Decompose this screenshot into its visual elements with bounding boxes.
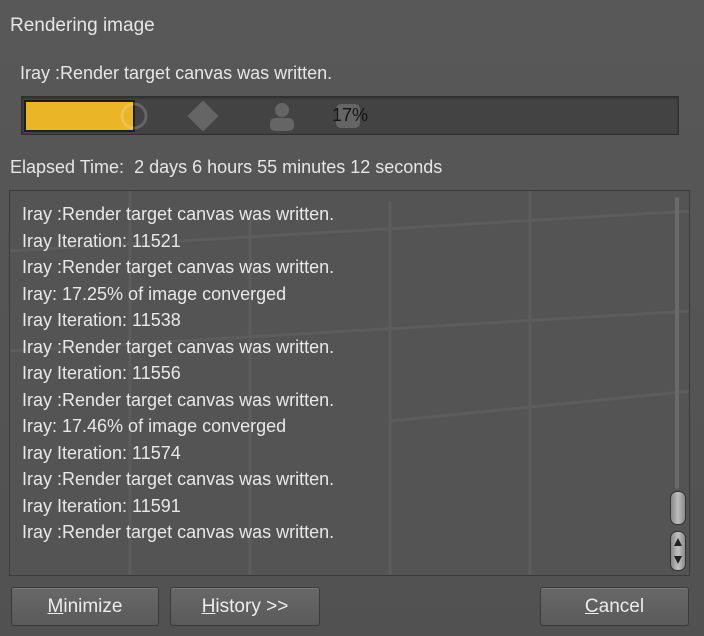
log-line: Iray Iteration: 11521	[22, 230, 181, 251]
log-line: Iray Iteration: 11574	[22, 442, 181, 463]
elapsed-time: Elapsed Time: 2 days 6 hours 55 minutes …	[10, 157, 442, 178]
render-progress-dialog: Rendering image Iray :Render target canv…	[0, 0, 704, 636]
scroll-up-down-icon	[674, 538, 682, 564]
elapsed-time-value: 2 days 6 hours 55 minutes 12 seconds	[134, 157, 443, 177]
log-line: Iray: 17.46% of image converged	[22, 416, 287, 436]
log-line: Iray :Render target canvas was written.	[22, 336, 335, 357]
render-log[interactable]: Iray :Render target canvas was written. I…	[9, 190, 690, 576]
log-scrollbar[interactable]	[670, 197, 686, 571]
status-text: Iray :Render target canvas was written.	[20, 63, 333, 83]
log-line: Iray :Render target canvas was written.	[22, 389, 335, 410]
scroll-arrows[interactable]	[670, 531, 686, 571]
history-button[interactable]: History >>	[170, 587, 320, 626]
history-accel: H	[201, 596, 216, 617]
log-line: Iray Iteration: 11556	[22, 363, 181, 383]
log-line: Iray: 17.25% of image converged	[22, 283, 287, 304]
log-line: Iray :Render target canvas was written.	[22, 204, 335, 224]
cancel-label: ancel	[598, 596, 645, 617]
history-label: istory >>	[215, 596, 289, 617]
log-line: Iray Iteration: 11538	[22, 310, 181, 330]
log-line: Iray :Render target canvas was written.	[22, 522, 335, 542]
log-line: Iray :Render target canvas was written.	[22, 469, 335, 489]
progress-bar: 17%	[21, 96, 679, 135]
log-lines: Iray :Render target canvas was written. I…	[22, 201, 334, 546]
dialog-title: Rendering image	[10, 15, 155, 36]
scroll-thumb[interactable]	[670, 491, 686, 525]
elapsed-time-label: Elapsed Time:	[10, 157, 125, 177]
log-line: Iray :Render target canvas was written.	[22, 257, 335, 277]
minimize-button[interactable]: Minimize	[11, 587, 159, 626]
minimize-label: inimize	[63, 596, 123, 617]
minimize-accel: M	[47, 596, 64, 617]
cancel-button[interactable]: Cancel	[540, 587, 689, 626]
log-line: Iray Iteration: 11591	[22, 495, 181, 516]
progress-percent-label: 17%	[331, 105, 369, 125]
scroll-track[interactable]	[675, 197, 679, 489]
cancel-accel: C	[584, 596, 599, 617]
